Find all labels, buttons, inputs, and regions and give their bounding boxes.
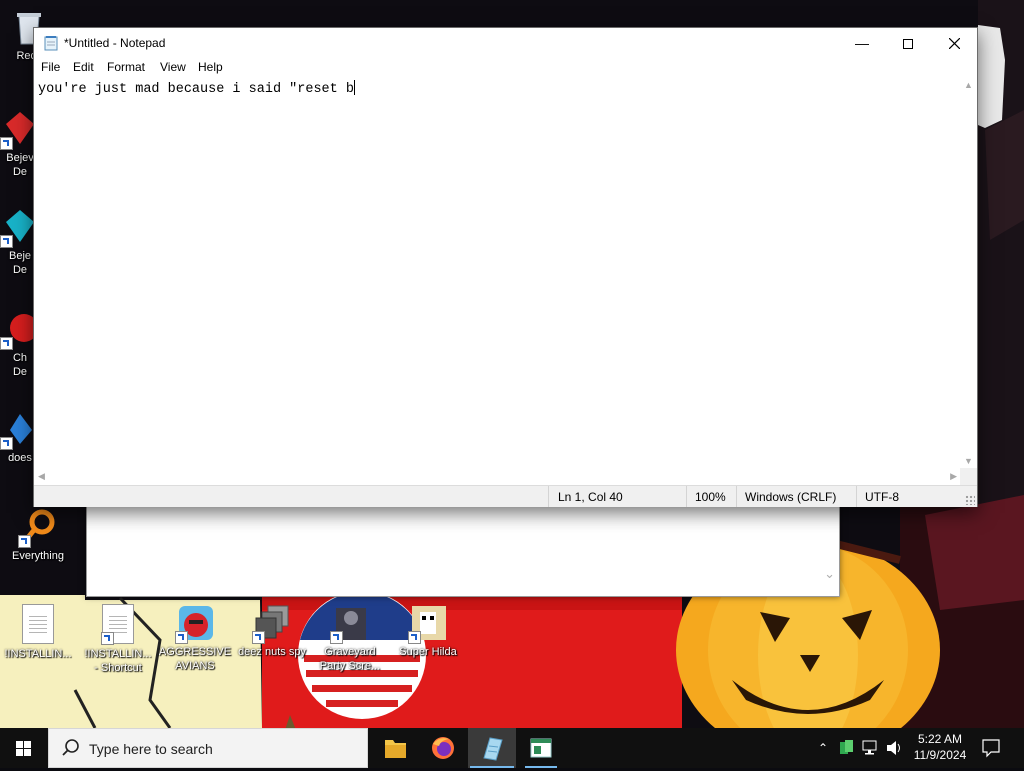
text-document-icon (101, 604, 134, 645)
shortcut-arrow-icon (101, 632, 114, 645)
scroll-down-arrow-icon[interactable]: ⌄ (824, 566, 835, 582)
firefox-icon (432, 737, 454, 759)
desktop-icon-label: !INSTALLIN... - Shortcut (84, 648, 152, 674)
system-clock[interactable]: 5:22 AM 11/9/2024 (906, 731, 974, 763)
menu-file[interactable]: File (41, 60, 60, 74)
desktop-icon-installin-shortcut[interactable]: !INSTALLIN... - Shortcut (80, 604, 156, 675)
desktop-icon-everything[interactable]: Everything (0, 508, 76, 563)
search-icon (62, 739, 79, 756)
graveyard-party-icon (330, 604, 368, 644)
network-icon[interactable] (860, 728, 880, 768)
notepad-window[interactable]: *Untitled - Notepad — File Edit Format V… (33, 27, 978, 507)
desktop-icon-super-hilda[interactable]: Super Hilda (390, 604, 466, 659)
scroll-left-arrow-icon[interactable]: ◀ (38, 471, 45, 482)
desktop-icon-label: deez nuts spy (238, 646, 306, 658)
minimize-button[interactable]: — (839, 28, 885, 58)
shortcut-arrow-icon (175, 631, 188, 644)
taskbar-app-window[interactable] (517, 728, 565, 768)
shortcut-arrow-icon (330, 631, 343, 644)
resize-grip[interactable] (965, 495, 975, 505)
notepad-icon (483, 737, 503, 761)
desktop-icon-label: does (8, 452, 32, 464)
menu-bar: File Edit Format View Help (34, 58, 977, 78)
desktop-icon-aggressive-avians[interactable]: AGGRESSIVE AVIANS (157, 604, 233, 673)
desktop-icon-installin-file[interactable]: !INSTALLIN... (0, 604, 76, 661)
shortcut-arrow-icon (252, 631, 265, 644)
scroll-up-arrow-icon[interactable]: ▲ (964, 80, 973, 90)
shortcut-arrow-icon (0, 337, 13, 350)
status-separator (686, 486, 687, 507)
windows-stack-icon (252, 604, 290, 644)
text-document-icon (22, 604, 54, 644)
status-separator (736, 486, 737, 507)
start-button[interactable] (0, 728, 48, 768)
status-cursor-position: Ln 1, Col 40 (558, 490, 623, 504)
menu-view[interactable]: View (160, 60, 186, 74)
scroll-right-arrow-icon[interactable]: ▶ (950, 471, 957, 482)
desktop-icon-label: Everything (12, 550, 64, 562)
pixel-character-icon (408, 604, 446, 644)
desktop-icon-label: Graveyard Party Scre... (319, 646, 381, 672)
desktop-icon-label: !INSTALLIN... (4, 648, 72, 660)
taskbar-search-box[interactable]: Type here to search (48, 728, 368, 768)
notifications-icon[interactable] (980, 728, 1002, 768)
menu-edit[interactable]: Edit (73, 60, 94, 74)
desktop-icon-label: Ch De (12, 352, 28, 378)
scrollbar-corner (960, 468, 977, 485)
shortcut-arrow-icon (0, 235, 13, 248)
window-title: *Untitled - Notepad (64, 36, 166, 50)
text-editor-area[interactable]: you're just mad because i said "reset b (34, 78, 961, 468)
clock-date: 11/9/2024 (913, 748, 967, 762)
angry-bird-icon (175, 604, 213, 644)
clock-time: 5:22 AM (917, 732, 963, 746)
desktop-icon-deez-nuts-spy[interactable]: deez nuts spy (234, 604, 310, 659)
folder-icon (385, 740, 406, 758)
tray-green-app-icon[interactable] (836, 728, 856, 768)
horizontal-scrollbar[interactable]: ◀ ▶ (34, 468, 961, 485)
show-hidden-icons-chevron-icon[interactable]: ⌃ (814, 728, 832, 768)
taskbar-firefox[interactable] (419, 728, 467, 768)
maximize-button[interactable] (885, 28, 931, 58)
status-bar: Ln 1, Col 40 100% Windows (CRLF) UTF-8 (34, 485, 977, 507)
status-encoding: UTF-8 (865, 490, 899, 504)
taskbar-file-explorer[interactable] (371, 728, 419, 768)
volume-icon[interactable] (884, 728, 904, 768)
status-separator (856, 486, 857, 507)
windows-logo-icon (16, 741, 31, 756)
taskbar: Type here to search ⌃ 5:22 AM 11/9/2024 (0, 728, 1024, 768)
desktop-icon-graveyard-party[interactable]: Graveyard Party Scre... (312, 604, 388, 673)
desktop-icon-label: Beje De (8, 250, 32, 276)
status-line-ending: Windows (CRLF) (745, 490, 837, 504)
close-button[interactable] (931, 28, 977, 58)
title-bar[interactable]: *Untitled - Notepad — (34, 28, 977, 58)
notepad-icon (43, 35, 59, 51)
vertical-scrollbar[interactable]: ▲ ▼ (960, 78, 977, 468)
menu-help[interactable]: Help (198, 60, 223, 74)
desktop-icon-label: Bejev De (6, 152, 34, 178)
search-placeholder: Type here to search (89, 741, 213, 757)
status-zoom: 100% (695, 490, 726, 504)
text-caret (353, 80, 355, 95)
taskbar-notepad-active[interactable] (468, 728, 516, 768)
shortcut-arrow-icon (18, 535, 31, 548)
editor-content: you're just mad because i said "reset b (38, 82, 354, 97)
background-notepad-window[interactable]: ⌄ (86, 500, 840, 597)
shortcut-arrow-icon (408, 631, 421, 644)
desktop-icon-label: Super Hilda (399, 646, 457, 658)
shortcut-arrow-icon (0, 137, 13, 150)
status-separator (548, 486, 549, 507)
shortcut-arrow-icon (0, 437, 13, 450)
app-window-icon (530, 738, 552, 758)
magnifier-icon (18, 508, 56, 548)
menu-format[interactable]: Format (107, 60, 145, 74)
desktop-icon-label: AGGRESSIVE AVIANS (158, 646, 232, 672)
scroll-down-arrow-icon[interactable]: ▼ (964, 456, 973, 466)
